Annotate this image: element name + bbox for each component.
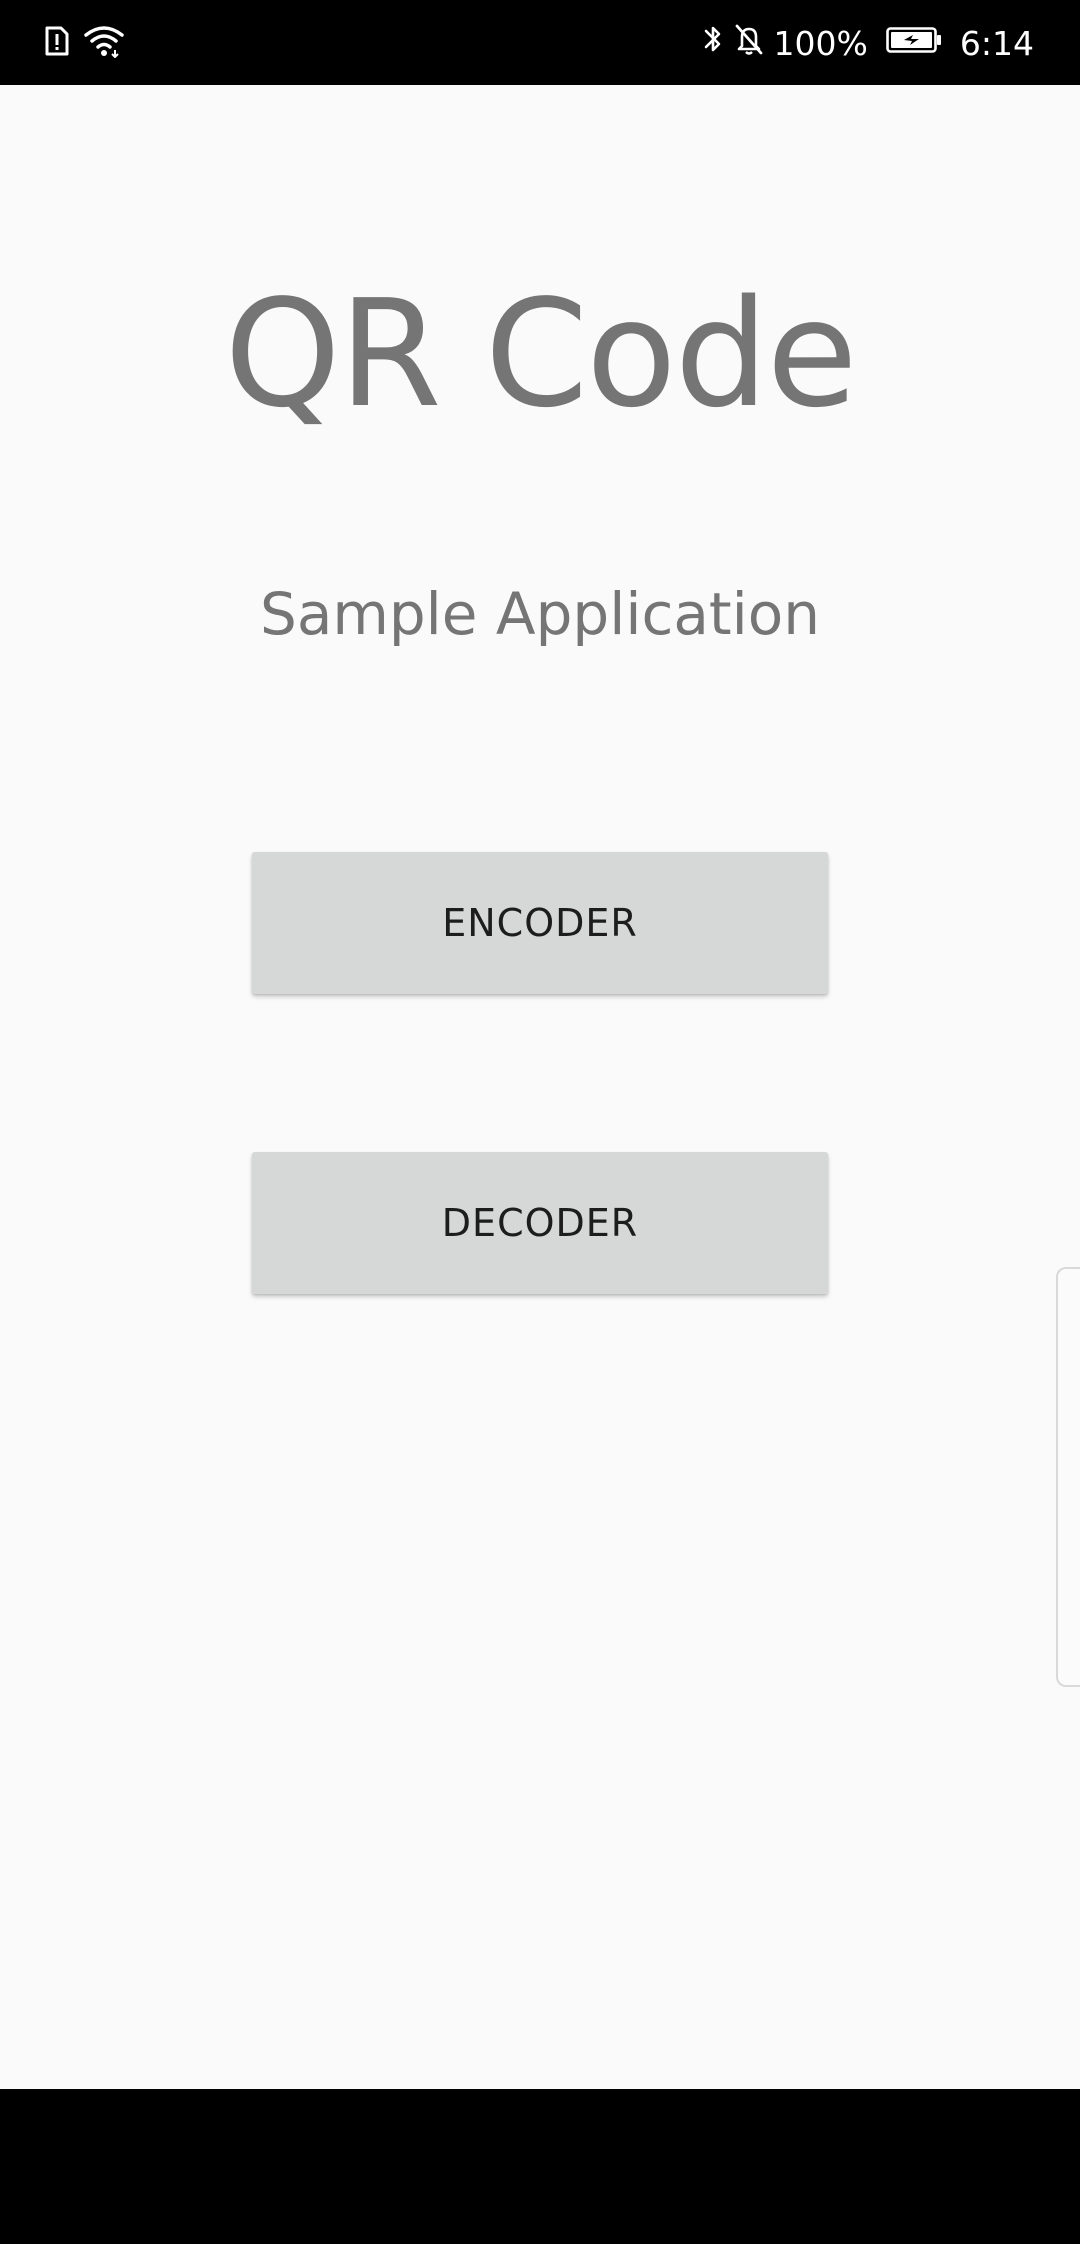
app-subtitle: Sample Application [260, 580, 820, 648]
battery-charging-icon [886, 24, 942, 63]
status-bar: 100% 6:14 [0, 0, 1080, 85]
status-right-icons: 100% 6:14 [702, 22, 1034, 64]
encoder-button[interactable]: ENCODER [252, 852, 828, 994]
app-title: QR Code [224, 268, 857, 440]
edge-panel-handle[interactable] [1056, 1267, 1080, 1687]
wifi-icon [84, 24, 124, 63]
status-left-icons [44, 22, 124, 64]
mute-bell-icon [734, 22, 764, 64]
clock: 6:14 [959, 23, 1034, 63]
sim-alert-icon [44, 24, 70, 63]
decoder-button[interactable]: DECODER [252, 1152, 828, 1294]
battery-percent: 100% [773, 23, 868, 63]
app-screen: QR Code Sample Application ENCODER DECOD… [0, 85, 1080, 2089]
bluetooth-icon [702, 22, 724, 64]
navigation-bar [0, 2089, 1080, 2244]
